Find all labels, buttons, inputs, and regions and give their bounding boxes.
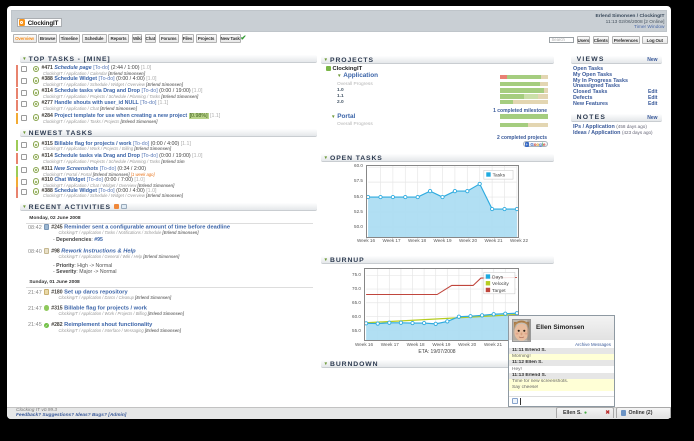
svg-text:Target: Target bbox=[492, 288, 506, 294]
svg-text:Tasks: Tasks bbox=[493, 172, 506, 178]
svg-text:Velocity: Velocity bbox=[492, 281, 509, 287]
svg-text:Days: Days bbox=[492, 274, 504, 280]
